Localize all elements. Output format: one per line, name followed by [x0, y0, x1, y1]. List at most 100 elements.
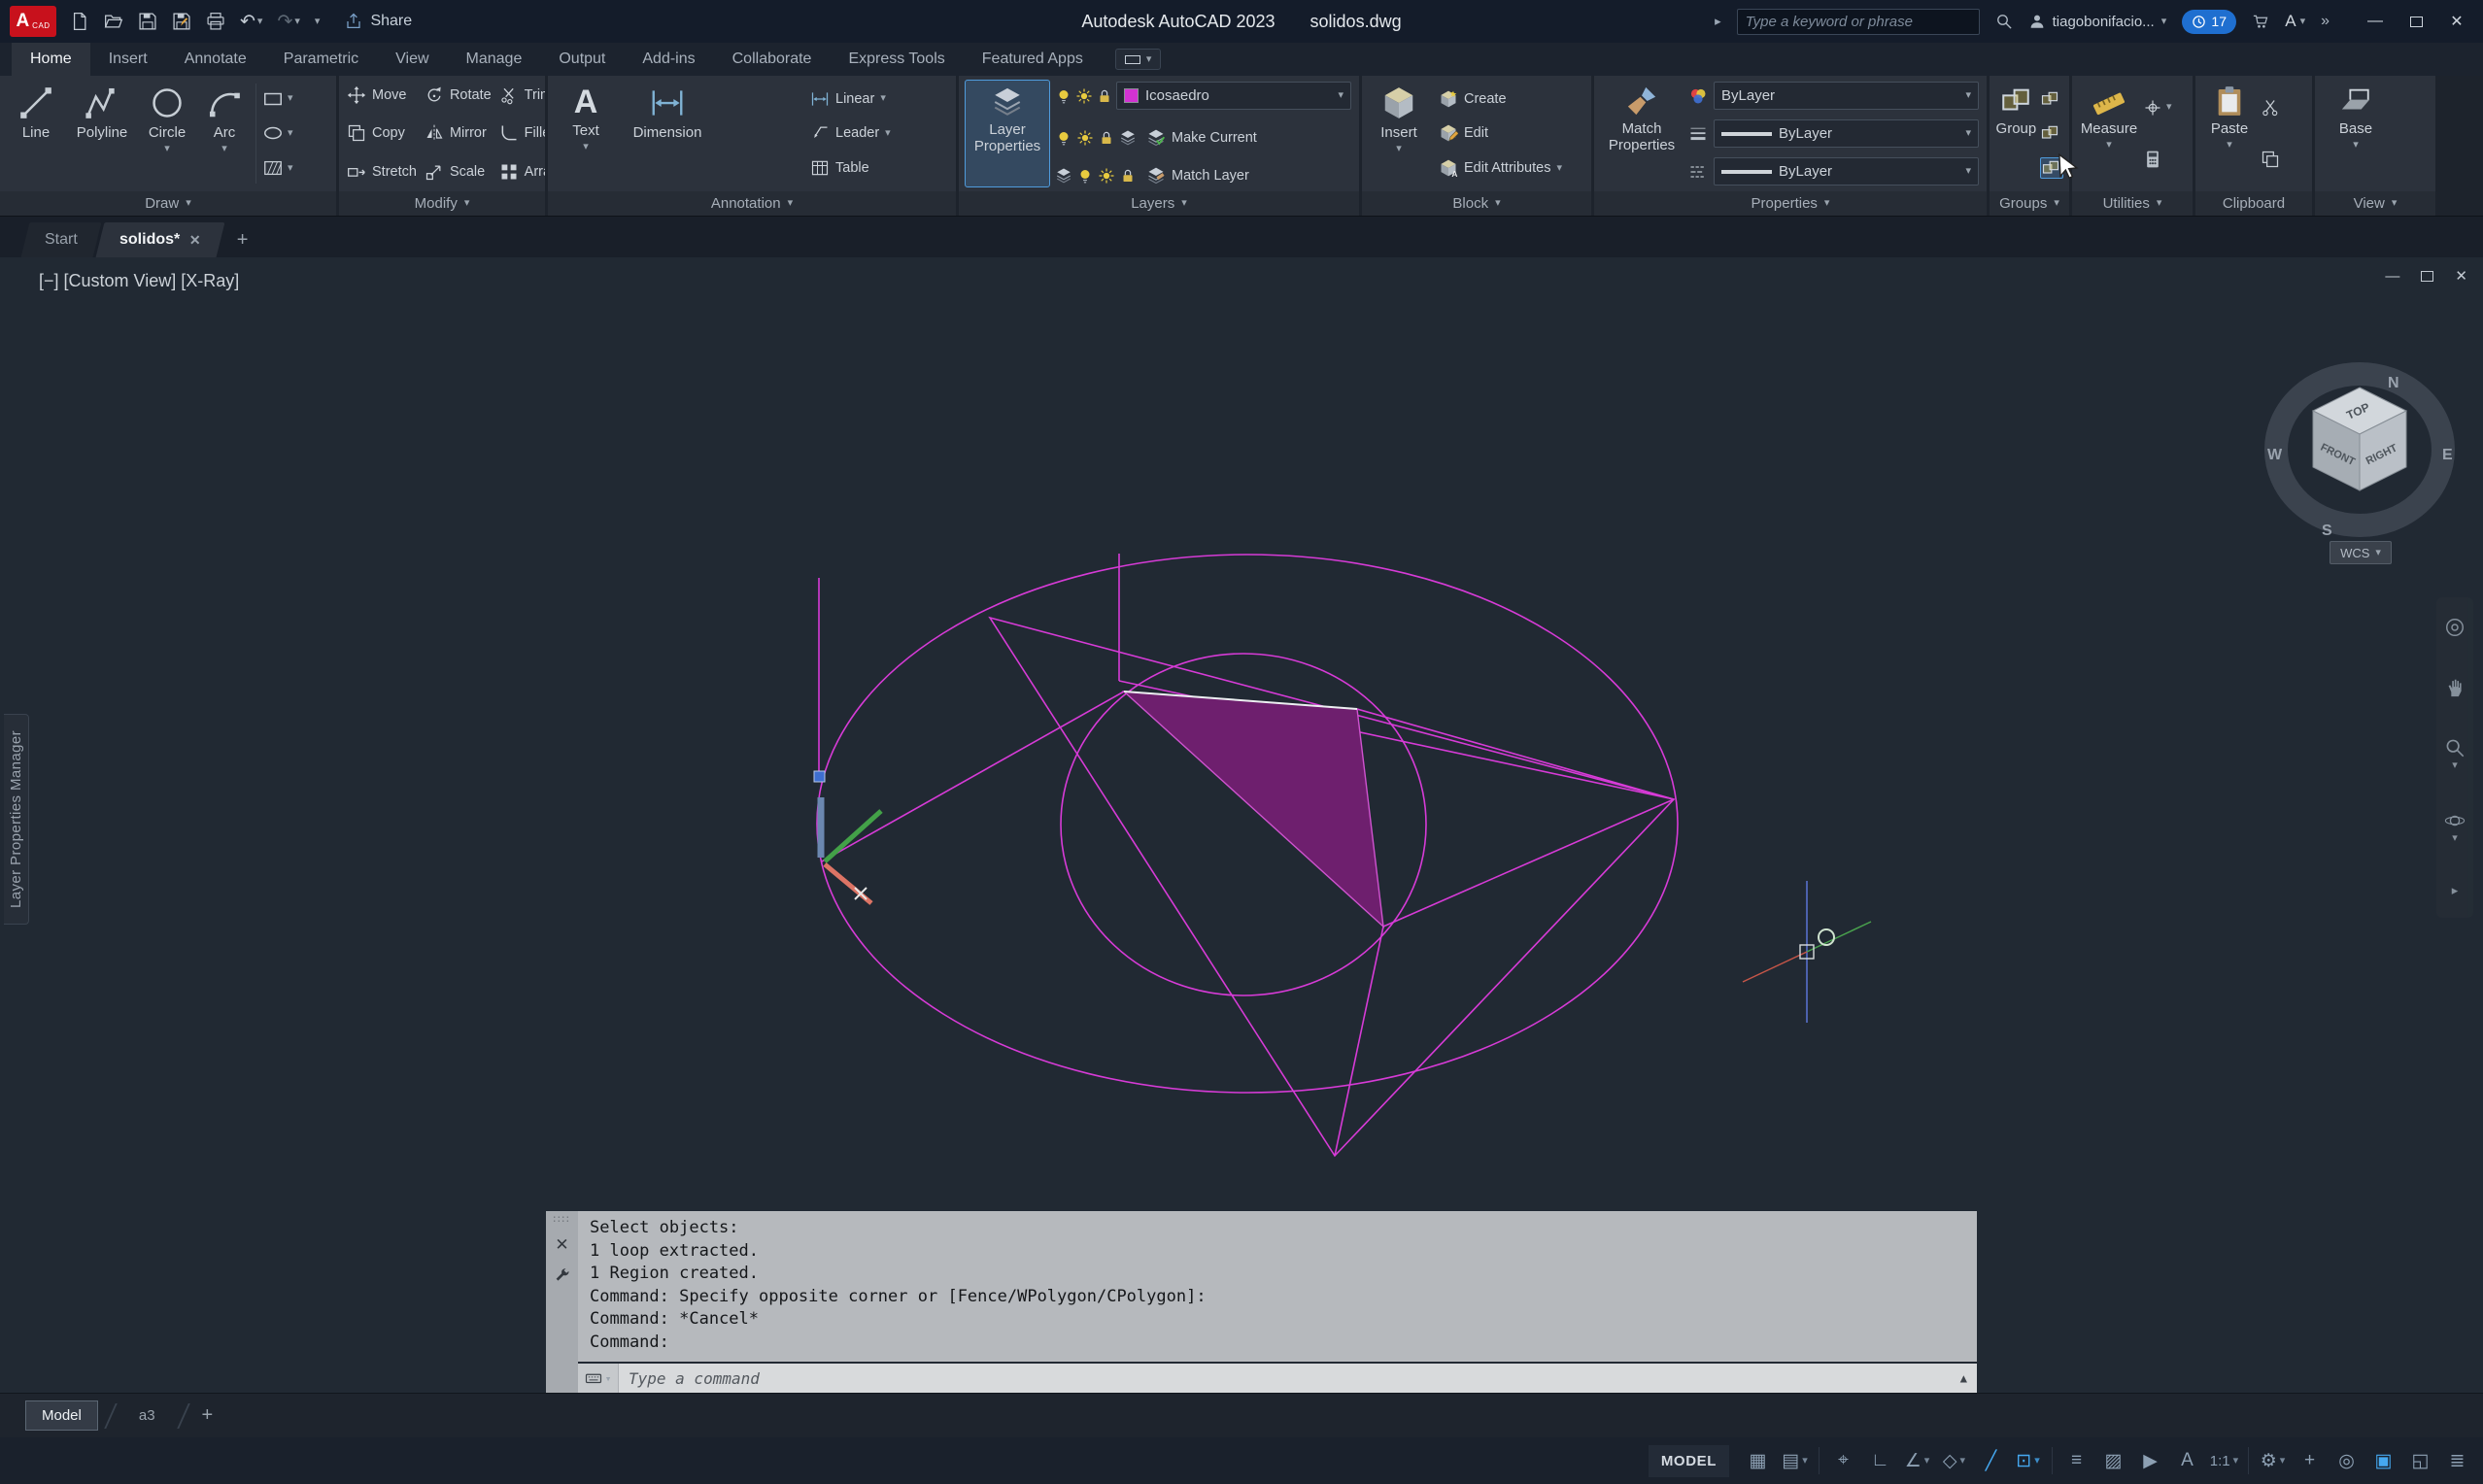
edit-attributes-button[interactable]: Edit Attributes ▾ — [1437, 158, 1582, 178]
undo-button[interactable]: ↶ ▾ — [240, 11, 262, 33]
drag-handle-icon[interactable]: ∷∷ — [554, 1215, 571, 1226]
close-button[interactable]: ✕ — [2436, 0, 2477, 43]
ribbon-tab-output[interactable]: Output — [540, 43, 624, 76]
ribbon-tab-view[interactable]: View — [377, 43, 447, 76]
panel-label-block[interactable]: Block ▾ — [1362, 191, 1591, 216]
cart-icon[interactable] — [2252, 13, 2269, 30]
linetype-dropdown[interactable]: ByLayer ▾ — [1714, 157, 1979, 186]
minimize-button[interactable]: — — [2355, 0, 2396, 43]
ribbon-tab-insert[interactable]: Insert — [90, 43, 166, 76]
make-current-button[interactable]: Make Current — [1144, 128, 1259, 148]
redo-caret[interactable]: ▾ — [294, 16, 300, 27]
ribbon-display-toggle[interactable]: ▾ — [1114, 49, 1162, 70]
move-tool[interactable]: Move — [345, 85, 419, 105]
isolate-objects-button[interactable]: ◎ — [2330, 1444, 2363, 1477]
viewport-controls-menu[interactable]: [−] — [39, 271, 59, 291]
command-input[interactable] — [619, 1368, 1951, 1388]
transparency-toggle[interactable]: ▨ — [2097, 1444, 2129, 1477]
edit-block-button[interactable]: Edit — [1437, 123, 1582, 143]
selection-cycling-toggle[interactable]: ▶ — [2134, 1444, 2166, 1477]
zoom-button[interactable]: ▾ — [2444, 737, 2466, 771]
command-close-icon[interactable]: ✕ — [555, 1235, 568, 1255]
model-tab[interactable]: Model — [25, 1400, 98, 1431]
search-input[interactable] — [1745, 13, 1971, 30]
paste-button[interactable]: Paste ▾ — [2201, 80, 2258, 187]
wcs-dropdown[interactable]: WCS ▾ — [2330, 541, 2392, 564]
layer-unisolate-icon[interactable] — [1076, 167, 1094, 185]
open-file-button[interactable] — [104, 12, 123, 31]
ribbon-tab-manage[interactable]: Manage — [448, 43, 541, 76]
panel-label-view[interactable]: View ▾ — [2315, 191, 2435, 216]
search-expand-arrow[interactable]: ▸ — [1715, 14, 1721, 29]
linear-dimension-tool[interactable]: Linear ▾ — [808, 89, 944, 109]
dimension-tool[interactable]: Dimension — [621, 80, 714, 187]
viewcube-east[interactable]: E — [2442, 447, 2453, 463]
orbit-button[interactable]: ▾ — [2444, 810, 2466, 844]
model-space-toggle[interactable]: MODEL — [1648, 1444, 1729, 1477]
polar-tracking-toggle[interactable]: ∠ ▾ — [1901, 1444, 1933, 1477]
object-snap-toggle[interactable]: ⊡ ▾ — [2012, 1444, 2044, 1477]
text-tool[interactable]: A Text ▾ — [554, 80, 618, 187]
ribbon-tab-express-tools[interactable]: Express Tools — [830, 43, 963, 76]
new-file-button[interactable] — [70, 12, 89, 31]
panel-label-draw[interactable]: Draw ▾ — [0, 191, 336, 216]
layout-tab-a3[interactable]: a3 — [123, 1401, 171, 1430]
ortho-mode-toggle[interactable]: ∟ — [1864, 1444, 1896, 1477]
isometric-drafting-toggle[interactable]: ◇ ▾ — [1938, 1444, 1970, 1477]
mirror-tool[interactable]: Mirror — [423, 123, 493, 143]
create-block-button[interactable]: Create — [1437, 89, 1582, 109]
panel-label-clipboard[interactable]: Clipboard — [2195, 191, 2312, 216]
layer-properties-manager-palette-tab[interactable]: Layer Properties Manager — [4, 714, 29, 926]
panel-label-groups[interactable]: Groups ▾ — [1990, 191, 2069, 216]
fillet-tool[interactable]: Fillet▾ — [497, 123, 545, 143]
trim-tool[interactable]: Trim▾ — [497, 85, 545, 105]
insert-block-button[interactable]: Insert ▾ — [1368, 80, 1430, 187]
viewport-visual-style-menu[interactable]: [X-Ray] — [181, 271, 239, 291]
file-tab-solidos[interactable]: solidos* ✕ — [95, 222, 225, 257]
customize-wrench-icon[interactable] — [554, 1266, 571, 1284]
panel-label-annotation[interactable]: Annotation ▾ — [548, 191, 956, 216]
layer-walk-icon[interactable] — [1055, 167, 1072, 185]
snap-mode-toggle[interactable]: ▤ ▾ — [1779, 1444, 1811, 1477]
base-view-button[interactable]: Base ▾ — [2327, 80, 2385, 187]
match-layer-button[interactable]: Match Layer — [1144, 166, 1251, 186]
plot-button[interactable] — [206, 12, 225, 31]
panel-label-layers[interactable]: Layers ▾ — [959, 191, 1359, 216]
layer-lock-icon[interactable] — [1096, 87, 1113, 105]
annotation-visibility-toggle[interactable]: A — [2171, 1444, 2203, 1477]
undo-caret[interactable]: ▾ — [257, 16, 263, 27]
viewcube-south[interactable]: S — [2322, 523, 2332, 539]
ungroup-button[interactable] — [2040, 89, 2063, 109]
stretch-tool[interactable]: Stretch — [345, 162, 419, 182]
pan-button[interactable] — [2444, 677, 2466, 698]
layer-freeze-icon[interactable] — [1076, 129, 1094, 147]
table-tool[interactable]: Table — [808, 158, 944, 178]
command-history-expand-icon[interactable]: ▲ — [1951, 1371, 1977, 1385]
panel-label-utilities[interactable]: Utilities ▾ — [2072, 191, 2193, 216]
command-window[interactable]: ∷∷ ✕ Select objects: 1 loop extracted. 1… — [546, 1211, 1977, 1393]
autodesk-app-menu[interactable]: A ▾ — [2285, 12, 2305, 31]
layer-dropdown[interactable]: Icosaedro ▾ — [1116, 82, 1351, 110]
dynamic-input-toggle[interactable]: ⌖ — [1827, 1444, 1859, 1477]
measure-button[interactable]: Measure ▾ — [2078, 80, 2140, 187]
lineweight-toggle[interactable]: ≡ — [2060, 1444, 2092, 1477]
customization-button[interactable]: ≣ — [2441, 1444, 2473, 1477]
copy-tool[interactable]: Copy — [345, 123, 419, 143]
search-icon[interactable] — [1995, 13, 2013, 30]
ribbon-tab-parametric[interactable]: Parametric — [265, 43, 377, 76]
hatch-tool[interactable]: ▾ — [262, 157, 317, 179]
object-snap-tracking-toggle[interactable]: ╱ — [1975, 1444, 2007, 1477]
command-history[interactable]: Select objects: 1 loop extracted. 1 Regi… — [578, 1211, 1977, 1362]
cut-button[interactable] — [2261, 98, 2290, 118]
panel-label-properties[interactable]: Properties ▾ — [1594, 191, 1987, 216]
ribbon-tab-addins[interactable]: Add-ins — [624, 43, 713, 76]
leader-tool[interactable]: Leader ▾ — [808, 123, 944, 143]
id-point-button[interactable]: ▾ — [2143, 98, 2178, 118]
viewcube-north[interactable]: N — [2388, 375, 2399, 391]
command-options-button[interactable]: ▾ — [578, 1364, 619, 1393]
ucs-icon[interactable] — [813, 770, 883, 905]
polyline-tool[interactable]: Polyline — [69, 80, 135, 187]
viewport-close-icon[interactable]: ✕ — [2455, 267, 2467, 285]
navbar-more-button[interactable]: ▸ — [2452, 883, 2459, 898]
group-edit-button[interactable] — [2040, 123, 2063, 143]
